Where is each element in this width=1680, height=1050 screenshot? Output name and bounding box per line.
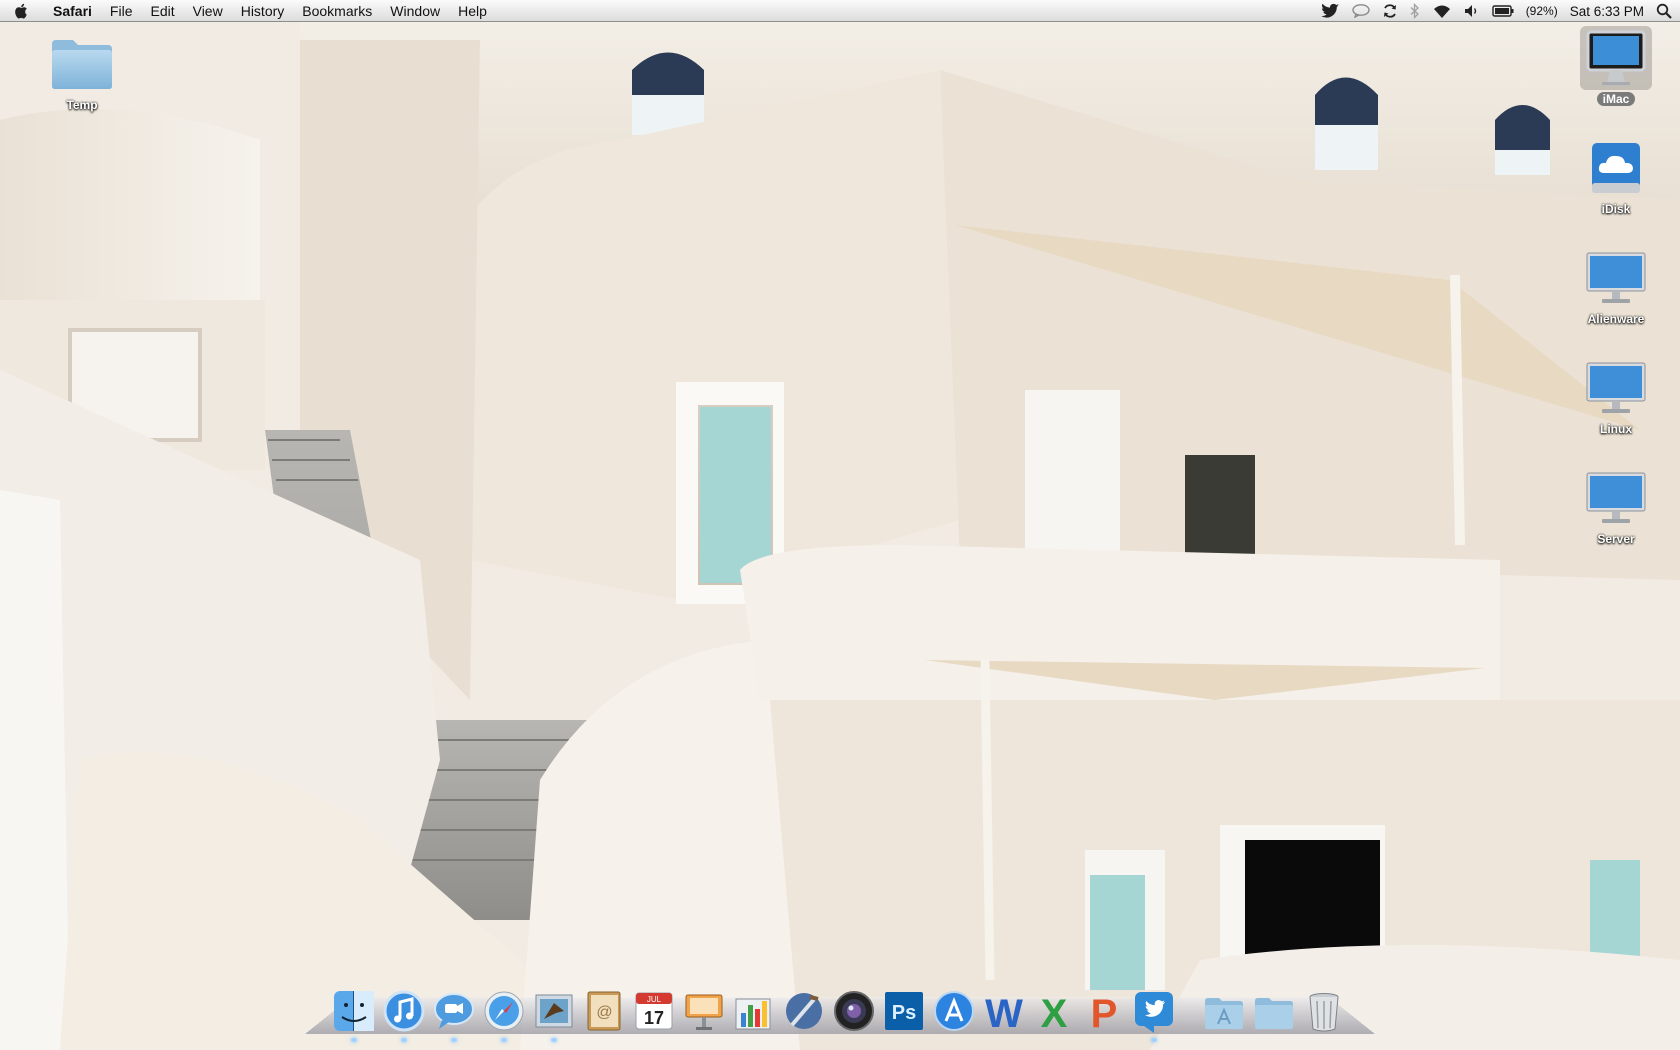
dock-word[interactable]: W: [980, 986, 1028, 1036]
svg-text:JUL: JUL: [647, 995, 662, 1004]
menu-bookmarks[interactable]: Bookmarks: [293, 0, 381, 22]
excel-icon: X: [1041, 992, 1068, 1033]
safari-icon: [484, 991, 524, 1031]
desktop-icon-server[interactable]: Server: [1568, 466, 1664, 546]
bluetooth-icon[interactable]: [1410, 0, 1420, 22]
mail-icon: [535, 994, 573, 1028]
twitter-icon: [1135, 992, 1173, 1033]
dock-ichat[interactable]: [430, 986, 478, 1042]
dock-itunes[interactable]: [380, 986, 428, 1042]
menu-bar: Safari File Edit View History Bookmarks …: [0, 0, 1680, 22]
display-icon: [1580, 246, 1652, 310]
menu-view[interactable]: View: [184, 0, 232, 22]
dock-finder[interactable]: [330, 986, 378, 1042]
trash-icon: [1309, 993, 1339, 1032]
menubar-clock[interactable]: Sat 6:33 PM: [1570, 4, 1644, 19]
dock-powerpoint[interactable]: P: [1080, 986, 1128, 1036]
finder-icon: [334, 991, 374, 1031]
menu-help[interactable]: Help: [449, 0, 496, 22]
app-store-icon: [934, 991, 974, 1031]
applications-folder-icon: [1205, 998, 1243, 1029]
battery-percent: (92%): [1525, 4, 1558, 18]
svg-text:@: @: [596, 1004, 612, 1021]
wifi-icon[interactable]: [1432, 0, 1452, 22]
chat-icon[interactable]: [1351, 0, 1370, 22]
menu-history[interactable]: History: [232, 0, 294, 22]
menu-edit[interactable]: Edit: [141, 0, 183, 22]
dock-app-store[interactable]: [930, 986, 978, 1036]
svg-text:X: X: [1041, 992, 1068, 1033]
dock-address-book[interactable]: @: [580, 986, 628, 1036]
menu-file[interactable]: File: [101, 0, 142, 22]
svg-text:Ps: Ps: [892, 1002, 916, 1024]
word-icon: W: [985, 992, 1023, 1033]
aperture-icon: [834, 991, 874, 1031]
dock-aperture[interactable]: [830, 986, 878, 1036]
dock-safari[interactable]: [480, 986, 528, 1042]
desktop-icon-alienware[interactable]: Alienware: [1568, 246, 1664, 326]
documents-folder-icon: [1255, 998, 1293, 1029]
dock-stack-documents[interactable]: [1250, 986, 1298, 1036]
desktop-icon-label: Linux: [1600, 422, 1632, 436]
dock-stack-applications[interactable]: [1200, 986, 1248, 1036]
desktop-icon-label: iMac: [1596, 92, 1636, 106]
desktop-icon-imac[interactable]: iMac: [1568, 26, 1664, 106]
dock: @ JUL 17 Ps W X P: [330, 984, 1348, 1042]
powerpoint-icon: P: [1091, 992, 1118, 1033]
idisk-icon: [1580, 136, 1652, 200]
svg-text:W: W: [985, 992, 1023, 1033]
twitter-icon[interactable]: [1320, 0, 1340, 22]
dock-numbers[interactable]: [730, 986, 778, 1036]
running-indicator: [401, 1038, 407, 1042]
spotlight-icon[interactable]: [1656, 0, 1672, 22]
dock-excel[interactable]: X: [1030, 986, 1078, 1036]
folder-icon: [46, 32, 118, 96]
sync-icon[interactable]: [1382, 0, 1398, 22]
numbers-icon: [735, 998, 771, 1030]
imac-icon: [1580, 26, 1652, 90]
desktop-wallpaper: [0, 0, 1680, 1050]
running-indicator: [351, 1038, 357, 1042]
svg-text:17: 17: [644, 1008, 664, 1028]
dock-keynote[interactable]: [680, 986, 728, 1036]
battery-icon[interactable]: [1491, 0, 1514, 22]
running-indicator: [1151, 1038, 1157, 1042]
dock-photoshop[interactable]: Ps: [880, 986, 928, 1036]
volume-icon[interactable]: [1464, 0, 1480, 22]
dock-ical[interactable]: JUL 17: [630, 986, 678, 1036]
running-indicator: [501, 1038, 507, 1042]
running-indicator: [551, 1038, 557, 1042]
ical-icon: JUL 17: [635, 992, 673, 1030]
address-book-icon: @: [587, 991, 621, 1031]
dock-twitter[interactable]: [1130, 986, 1178, 1042]
svg-text:P: P: [1091, 992, 1118, 1033]
dock-mail[interactable]: [530, 986, 578, 1042]
desktop-icon-label: Alienware: [1587, 312, 1645, 326]
desktop-icon-idisk[interactable]: iDisk: [1568, 136, 1664, 216]
desktop-icon-temp[interactable]: Temp: [34, 32, 130, 112]
running-indicator: [451, 1038, 457, 1042]
dock-trash[interactable]: [1300, 986, 1348, 1036]
desktop-icon-linux[interactable]: Linux: [1568, 356, 1664, 436]
itunes-icon: [383, 990, 425, 1032]
dock-xcode[interactable]: [780, 986, 828, 1036]
desktop-icon-label: Temp: [66, 98, 98, 112]
apple-menu-icon[interactable]: [0, 0, 44, 22]
xcode-icon: [786, 993, 822, 1029]
display-icon: [1580, 356, 1652, 420]
menu-window[interactable]: Window: [381, 0, 449, 22]
desktop-icon-label: Server: [1597, 532, 1635, 546]
ichat-icon: [434, 993, 474, 1029]
keynote-icon: [685, 994, 723, 1030]
photoshop-icon: Ps: [885, 992, 923, 1030]
display-icon: [1580, 466, 1652, 530]
desktop-icon-label: iDisk: [1601, 202, 1631, 216]
menu-app-name[interactable]: Safari: [44, 0, 101, 22]
